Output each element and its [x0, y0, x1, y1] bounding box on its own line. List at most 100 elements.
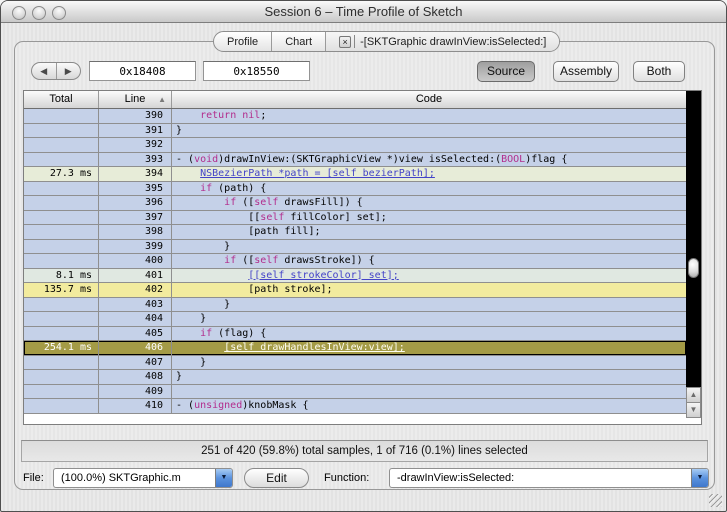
back-icon: ◀ — [40, 65, 48, 76]
scrollbar-track[interactable] — [686, 91, 701, 387]
app-window: Session 6 – Time Profile of Sketch Profi… — [0, 0, 727, 512]
total-cell — [24, 370, 99, 384]
line-number-cell: 405 — [99, 326, 172, 340]
table-rows: 390 return nil; 391} 392 393- (void)drawInV… — [24, 109, 686, 414]
file-dropdown-button[interactable]: ▼ — [215, 469, 232, 487]
table-row[interactable]: 398 [path fill]; — [24, 225, 686, 240]
table-row[interactable]: 397 [[self fillColor] set]; — [24, 210, 686, 225]
code-text: } — [176, 240, 231, 252]
table-row[interactable]: 408} — [24, 370, 686, 385]
table-row[interactable]: 399 } — [24, 239, 686, 254]
code-cell: } — [172, 370, 686, 384]
code-cell — [172, 385, 686, 399]
code-cell — [172, 138, 686, 152]
column-header-code[interactable]: Code — [172, 91, 686, 108]
tab-bar: Profile Chart × -[SKTGraphic drawInView:isS… — [213, 31, 561, 52]
file-dropdown[interactable]: (100.0%) SKTGraphic.m ▼ — [53, 468, 233, 488]
table-row[interactable]: 391} — [24, 123, 686, 138]
scroll-down-button[interactable]: ▼ — [686, 402, 701, 418]
resize-grip[interactable] — [709, 494, 722, 507]
table-row[interactable]: 410- (unsigned)knobMask { — [24, 399, 686, 414]
table-row[interactable]: 400 if ([self drawsStroke]) { — [24, 254, 686, 269]
table-row[interactable]: 395 if (path) { — [24, 181, 686, 196]
code-text: [path fill]; — [176, 226, 321, 237]
total-cell — [24, 254, 99, 268]
total-cell — [24, 355, 99, 369]
tab-profile[interactable]: Profile — [214, 32, 273, 51]
code-link[interactable]: [self drawHandlesInView:view]; — [224, 342, 405, 353]
code-text: } — [176, 124, 183, 136]
table-row[interactable]: 390 return nil; — [24, 109, 686, 124]
code-text: fillColor] set]; — [284, 211, 387, 223]
view-mode-buttons: Source Assembly Both — [477, 61, 685, 82]
code-text: } — [176, 371, 183, 382]
table-row[interactable]: 403 } — [24, 297, 686, 312]
tab-chart[interactable]: Chart — [272, 32, 327, 51]
code-cell: [[self strokeColor] set]; — [172, 269, 686, 283]
title-bar[interactable]: Session 6 – Time Profile of Sketch — [1, 1, 726, 23]
view-both-button[interactable]: Both — [633, 61, 685, 82]
total-cell — [24, 225, 99, 239]
total-cell: 135.7 ms — [24, 283, 99, 297]
table-row[interactable]: 409 — [24, 384, 686, 399]
dropdown-arrow-icon: ▼ — [696, 474, 704, 481]
table-row[interactable]: 405 if (flag) { — [24, 326, 686, 341]
history-nav-control: ◀ ▶ — [31, 62, 81, 80]
code-text: if — [224, 255, 237, 266]
code-link[interactable]: NSBezierPath *path = [self bezierPath]; — [200, 168, 435, 179]
function-dropdown-value: -drawInView:isSelected: — [397, 472, 515, 484]
line-number-cell: 396 — [99, 196, 172, 210]
edit-button[interactable]: Edit — [244, 468, 309, 488]
line-number-cell: 401 — [99, 268, 172, 282]
view-assembly-button[interactable]: Assembly — [553, 61, 619, 82]
table-row[interactable]: 27.3 ms 394 NSBezierPath *path = [self be… — [24, 167, 686, 182]
tab-label: Chart — [285, 35, 313, 48]
table-row[interactable]: 135.7 ms 402 [path stroke]; — [24, 283, 686, 298]
total-cell — [24, 326, 99, 340]
code-text: if — [200, 327, 213, 339]
table-row[interactable]: 404 } — [24, 312, 686, 327]
address-to-field[interactable] — [203, 61, 310, 81]
code-cell: [path stroke]; — [172, 283, 686, 297]
tab-label: Profile — [227, 35, 259, 48]
scroll-up-button[interactable]: ▲ — [686, 387, 701, 403]
line-number-cell: 395 — [99, 181, 172, 195]
table-row[interactable]: 254.1 ms 406 [self drawHandlesInView:view… — [24, 341, 686, 356]
table-row[interactable]: 396 if ([self drawsFill]) { — [24, 196, 686, 211]
file-dropdown-value: (100.0%) SKTGraphic.m — [61, 472, 181, 484]
code-link[interactable]: [[self strokeColor] set]; — [248, 270, 399, 281]
column-header-line[interactable]: Line ▲ — [99, 91, 172, 108]
scroll-up-icon: ▲ — [689, 390, 698, 399]
forward-button[interactable]: ▶ — [57, 63, 81, 79]
back-button[interactable]: ◀ — [32, 63, 57, 79]
line-number-cell: 392 — [99, 138, 172, 152]
code-text: void — [194, 153, 219, 165]
line-number-cell: 397 — [99, 210, 172, 224]
table-header: Total Line ▲ Code — [24, 91, 686, 109]
line-number-cell: 403 — [99, 297, 172, 311]
code-text: ; — [260, 110, 267, 121]
status-bar: 251 of 420 (59.8%) total samples, 1 of 7… — [21, 440, 708, 462]
view-source-button[interactable]: Source — [477, 61, 535, 82]
address-from-field[interactable] — [89, 61, 196, 81]
code-cell: if ([self drawsStroke]) { — [172, 254, 686, 268]
function-dropdown[interactable]: -drawInView:isSelected: ▼ — [389, 468, 709, 488]
column-header-total[interactable]: Total — [24, 91, 99, 108]
line-number-cell: 402 — [99, 283, 172, 297]
table-row[interactable]: 392 — [24, 138, 686, 153]
scrollbar-thumb[interactable] — [688, 258, 699, 278]
total-cell — [24, 123, 99, 137]
table-row[interactable]: 407 } — [24, 355, 686, 370]
code-cell: if (flag) { — [172, 327, 686, 341]
tab-function-detail[interactable]: × -[SKTGraphic drawInView:isSelected:] — [326, 32, 560, 51]
code-text: [path stroke]; — [176, 284, 333, 295]
table-row[interactable]: 393- (void)drawInView:(SKTGraphicView *)… — [24, 152, 686, 167]
tab-close-icon[interactable]: × — [339, 35, 352, 48]
code-text: BOOL — [501, 153, 526, 165]
table-row[interactable]: 8.1 ms 401 [[self strokeColor] set]; — [24, 268, 686, 283]
function-dropdown-button[interactable]: ▼ — [691, 469, 708, 487]
dropdown-arrow-icon: ▼ — [220, 474, 228, 481]
